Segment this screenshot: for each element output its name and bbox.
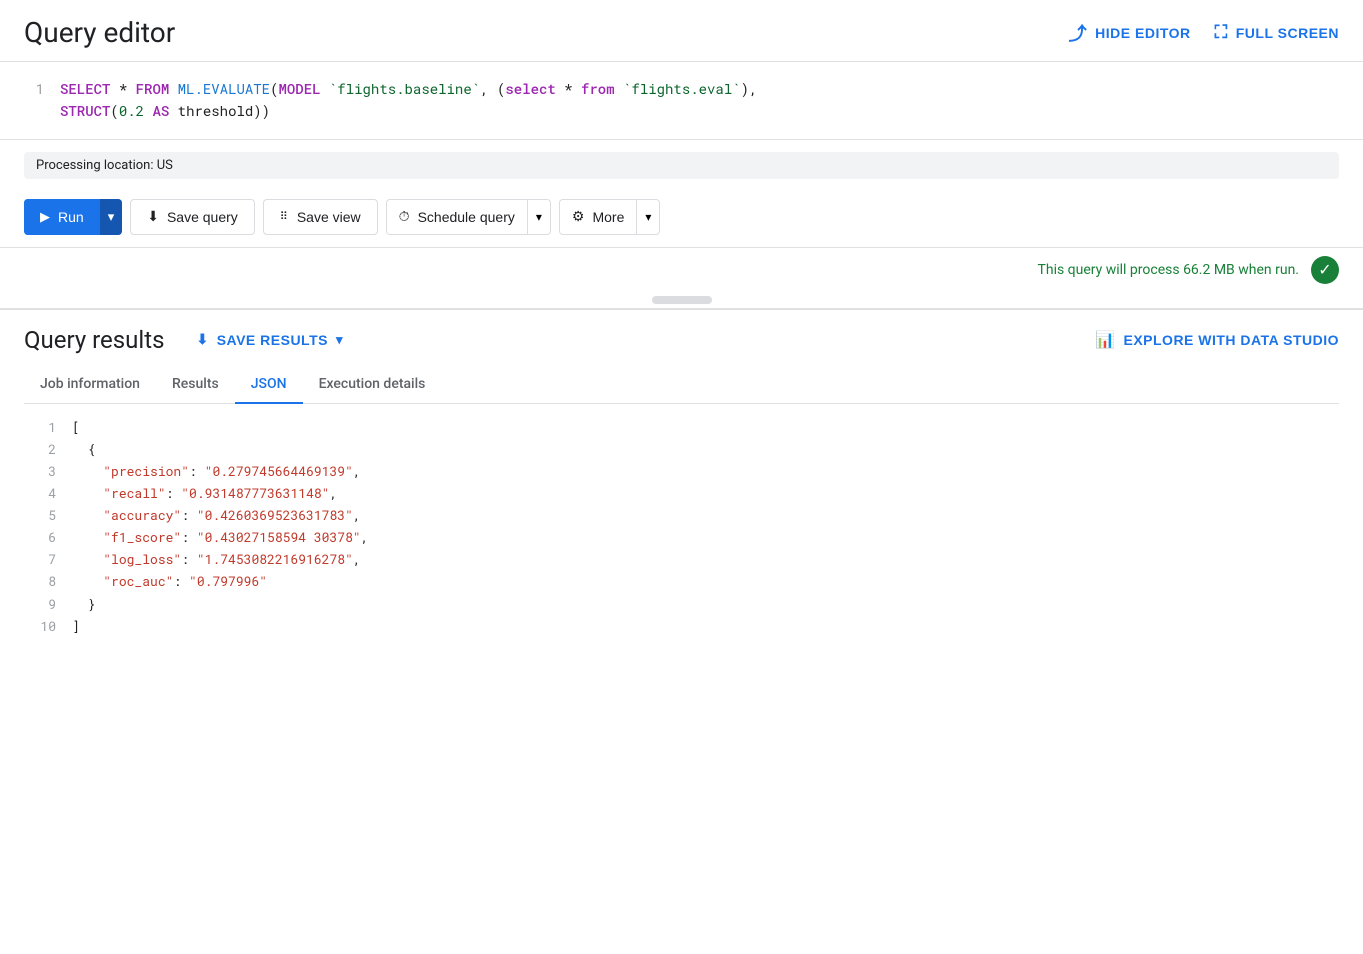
code-line-1: 1 SELECT * FROM ML.EVALUATE(MODEL `fligh… [24, 78, 1339, 100]
save-query-icon: ⬇ [147, 208, 159, 225]
play-icon: ▶ [40, 209, 50, 225]
page-title: Query editor [24, 16, 175, 49]
more-dropdown[interactable]: ▾ [636, 200, 659, 234]
json-line-3: 3 "precision": "0.279745664469139", [24, 460, 1339, 482]
json-line-5: 5 "accuracy": "0.4260369523631783", [24, 504, 1339, 526]
more-chevron-icon: ▾ [645, 210, 651, 224]
results-title: Query results [24, 326, 164, 354]
results-tabs: Job information Results JSON Execution d… [24, 366, 1339, 404]
run-button[interactable]: ▶ Run ▾ [24, 199, 122, 235]
schedule-query-button[interactable]: ⏱ Schedule query ▾ [386, 199, 551, 235]
explore-data-studio-button[interactable]: 📊 EXPLORE WITH DATA STUDIO [1095, 330, 1339, 350]
header: Query editor ⤴ HIDE EDITOR ⛶ FULL SCREEN [0, 0, 1363, 62]
line-number-1: 1 [24, 78, 44, 100]
json-line-2: 2 { [24, 438, 1339, 460]
code-content-2: STRUCT(0.2 AS threshold)) [60, 100, 270, 122]
schedule-query-dropdown[interactable]: ▾ [527, 200, 550, 234]
save-results-chevron-icon: ▾ [336, 332, 343, 348]
save-results-button[interactable]: ⬇ SAVE RESULTS ▾ [196, 331, 343, 348]
json-line-9: 9 } [24, 593, 1339, 615]
tab-json[interactable]: JSON [235, 366, 303, 404]
json-line-4: 4 "recall": "0.931487773631148", [24, 482, 1339, 504]
toolbar-row: ▶ Run ▾ ⬇ Save query ⠿ Save view ⏱ Sched… [24, 199, 1339, 235]
json-line-6: 6 "f1_score": "0.43027158594 30378", [24, 526, 1339, 548]
header-actions: ⤴ HIDE EDITOR ⛶ FULL SCREEN [1069, 20, 1339, 46]
processing-location: Processing location: US [24, 152, 1339, 179]
results-header: Query results ⬇ SAVE RESULTS ▾ 📊 EXPLORE… [24, 326, 1339, 354]
query-info-row: This query will process 66.2 MB when run… [0, 248, 1363, 292]
hide-editor-button[interactable]: ⤴ HIDE EDITOR [1069, 20, 1191, 46]
json-output: 1 [ 2 { 3 "precision": "0.27974566446913… [24, 404, 1339, 649]
chart-icon: 📊 [1095, 330, 1115, 350]
code-editor[interactable]: 1 SELECT * FROM ML.EVALUATE(MODEL `fligh… [0, 62, 1363, 140]
results-section: Query results ⬇ SAVE RESULTS ▾ 📊 EXPLORE… [0, 308, 1363, 649]
more-button[interactable]: ⚙ More ▾ [559, 199, 661, 235]
json-line-7: 7 "log_loss": "1.7453082216916278", [24, 548, 1339, 570]
full-screen-icon: ⛶ [1215, 22, 1228, 43]
checkmark-icon: ✓ [1318, 260, 1331, 279]
run-chevron-icon: ▾ [108, 209, 115, 225]
query-info-text: This query will process 66.2 MB when run… [1038, 262, 1300, 278]
save-results-icon: ⬇ [196, 331, 208, 348]
tab-job-information[interactable]: Job information [24, 366, 156, 404]
json-line-10: 10 ] [24, 615, 1339, 637]
code-line-2: STRUCT(0.2 AS threshold)) [24, 100, 1339, 122]
save-view-icon: ⠿ [280, 210, 289, 223]
save-query-button[interactable]: ⬇ Save query [130, 199, 255, 235]
json-line-1: 1 [ [24, 416, 1339, 438]
gear-icon: ⚙ [572, 208, 585, 225]
line-number-2 [24, 100, 44, 122]
check-circle-icon: ✓ [1311, 256, 1339, 284]
clock-icon: ⏱ [399, 208, 410, 225]
code-content-1: SELECT * FROM ML.EVALUATE(MODEL `flights… [60, 78, 757, 100]
schedule-chevron-icon: ▾ [536, 210, 542, 224]
tab-results[interactable]: Results [156, 366, 235, 404]
run-dropdown-button[interactable]: ▾ [100, 199, 123, 235]
full-screen-button[interactable]: ⛶ FULL SCREEN [1215, 22, 1339, 43]
schedule-query-main[interactable]: ⏱ Schedule query [387, 200, 527, 234]
tab-execution-details[interactable]: Execution details [303, 366, 442, 404]
scrollbar-thumb[interactable] [652, 296, 712, 304]
save-view-button[interactable]: ⠿ Save view [263, 199, 378, 235]
json-line-8: 8 "roc_auc": "0.797996" [24, 570, 1339, 592]
run-main-button[interactable]: ▶ Run [24, 199, 100, 235]
scroll-divider [0, 292, 1363, 308]
hide-editor-icon: ⤴ [1069, 20, 1088, 46]
more-main[interactable]: ⚙ More [560, 200, 636, 234]
toolbar: Processing location: US ▶ Run ▾ ⬇ Save q… [0, 140, 1363, 248]
